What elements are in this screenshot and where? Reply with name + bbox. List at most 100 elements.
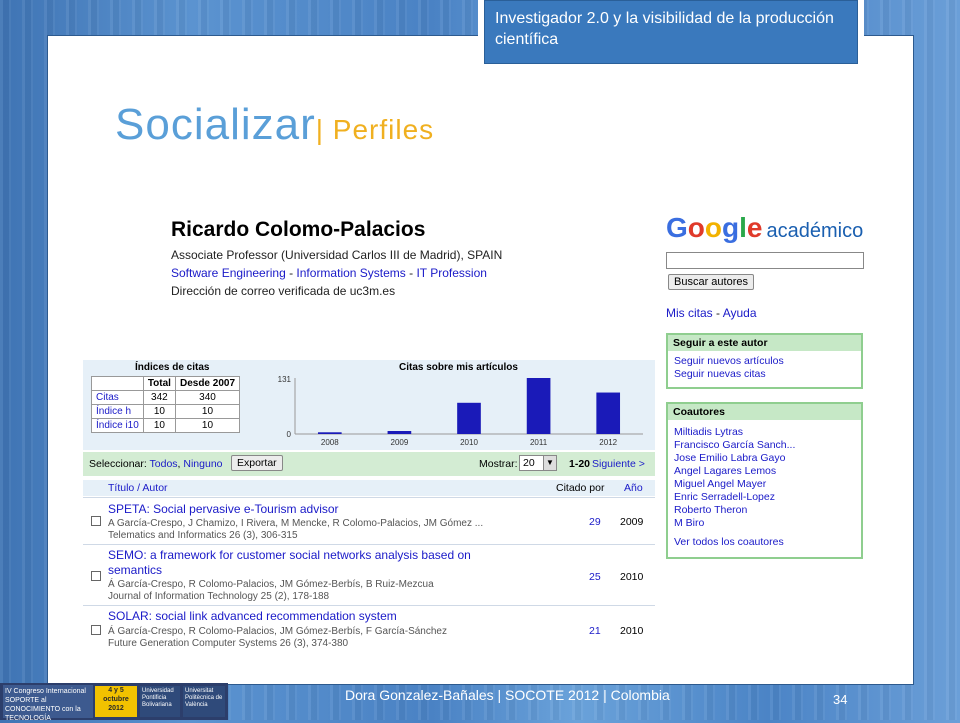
coauthor-link[interactable]: M Biro <box>668 517 861 530</box>
coauthors-list: Miltiadis Lytras Francisco García Sanch..… <box>668 420 861 530</box>
sort-year-link[interactable]: Año <box>624 482 643 494</box>
x-tick-label: 2012 <box>599 438 617 447</box>
bar-2011 <box>526 378 551 434</box>
article-authors: Á García-Crespo, R Colomo-Palacios, JM G… <box>108 579 434 590</box>
coauthor-link[interactable]: Miltiadis Lytras <box>668 426 861 439</box>
select-all-link[interactable]: Todos <box>150 458 178 470</box>
profile-name: Ricardo Colomo-Palacios <box>171 218 426 241</box>
slide-footer: Dora Gonzalez-Bañales | SOCOTE 2012 | Co… <box>345 687 670 703</box>
article-source: Journal of Information Technology 25 (2)… <box>108 591 330 602</box>
sponsor-logos: IV Congreso Internacional SOPORTE al CON… <box>0 683 228 722</box>
google-scholar-logo: Google académico <box>666 212 863 244</box>
article-cited-by-link[interactable]: 29 <box>589 516 601 528</box>
author-search-input[interactable] <box>666 252 864 269</box>
coauthor-link[interactable]: Angel Lagares Lemos <box>668 465 861 478</box>
my-citations-link[interactable]: Mis citas <box>666 306 713 320</box>
search-authors-button[interactable]: Buscar autores <box>668 274 754 290</box>
index-total: 342 <box>142 390 176 405</box>
coauthor-link[interactable]: Miguel Angel Mayer <box>668 478 861 491</box>
article-title-link[interactable]: SPETA: Social pervasive e-Tourism adviso… <box>108 502 339 516</box>
results-range: 1-20 <box>569 458 591 470</box>
follow-box-title: Seguir a este autor <box>668 335 861 351</box>
bar-2008 <box>317 432 342 434</box>
coauthor-link[interactable]: Enric Serradell-Lopez <box>668 491 861 504</box>
bar-2009 <box>387 431 412 434</box>
heading-sub: | Perfiles <box>315 114 435 145</box>
see-all-coauthors-link[interactable]: Ver todos los coautores <box>668 536 861 549</box>
index-total: 10 <box>142 418 176 433</box>
table-header: Total <box>142 376 176 391</box>
y-tick-label: 0 <box>287 430 292 439</box>
help-link[interactable]: Ayuda <box>723 306 757 320</box>
heading-main: Socializar <box>115 100 316 149</box>
scholar-nav: Mis citas - Ayuda <box>666 306 757 320</box>
google-logo-letter: e <box>746 212 763 243</box>
article-cited-by-link[interactable]: 21 <box>589 625 601 637</box>
citations-bar-chart: 131 0 2008 2009 2010 2011 2012 <box>278 375 643 447</box>
article-title-link[interactable]: SOLAR: social link advanced recommendati… <box>108 609 397 623</box>
select-label-group: Seleccionar: Todos, Ninguno <box>89 458 223 470</box>
results-per-page-select[interactable]: 20 ▼ <box>519 455 557 471</box>
dates-logo: 4 y 5 octubre 2012 <box>95 686 137 717</box>
citation-indices-table: Total Desde 2007 Citas 342 340 Índice h … <box>91 376 241 433</box>
article-checkbox[interactable] <box>91 625 101 635</box>
list-toolbar: Seleccionar: Todos, Ninguno Exportar Mos… <box>83 452 655 476</box>
interest-link[interactable]: IT Profession <box>416 266 486 280</box>
article-source: Telematics and Informatics 26 (3), 306-3… <box>108 530 298 541</box>
google-logo-letter: g <box>722 212 740 243</box>
article-checkbox[interactable] <box>91 516 101 526</box>
google-logo-letter: o <box>687 212 705 243</box>
article-authors: A García-Crespo, J Chamizo, I Rivera, M … <box>108 518 484 529</box>
interest-link[interactable]: Information Systems <box>296 266 405 280</box>
scholar-screenshot: Ricardo Colomo-Palacios Associate Profes… <box>83 200 864 660</box>
header-box-text: Investigador 2.0 y la visibilidad de la … <box>484 0 858 64</box>
interest-link[interactable]: Software Engineering <box>171 266 286 280</box>
index-label-link[interactable]: Índice h <box>91 404 144 419</box>
x-tick-label: 2011 <box>530 438 548 447</box>
article-source: Future Generation Computer Systems 26 (3… <box>108 638 349 649</box>
sort-title-author-link[interactable]: Título / Autor <box>108 482 168 494</box>
chevron-down-icon: ▼ <box>543 456 556 470</box>
article-year: 2010 <box>620 625 644 637</box>
coauthor-link[interactable]: Roberto Theron <box>668 504 861 517</box>
bar-2012 <box>596 392 621 434</box>
article-cited-by-link[interactable]: 25 <box>589 571 601 583</box>
table-row: SEMO: a framework for customer social ne… <box>83 544 655 605</box>
index-since-2007: 340 <box>174 390 241 405</box>
google-logo-suffix: académico <box>766 220 864 242</box>
article-title-link-cont[interactable]: semantics <box>108 563 162 577</box>
export-button[interactable]: Exportar <box>231 455 283 471</box>
follow-new-citations-link[interactable]: Seguir nuevas citas <box>668 368 861 381</box>
slide-heading: Socializar| Perfiles <box>115 100 434 150</box>
coauthor-link[interactable]: Francisco García Sanch... <box>668 439 861 452</box>
next-page-link[interactable]: Siguiente > <box>592 458 645 470</box>
table-header <box>91 376 144 391</box>
article-title-link[interactable]: SEMO: a framework for customer social ne… <box>108 548 471 562</box>
article-authors: Á García-Crespo, R Colomo-Palacios, JM G… <box>108 626 447 637</box>
coauthors-box: Coautores Miltiadis Lytras Francisco Garc… <box>666 402 863 559</box>
google-logo-letter: o <box>704 212 722 243</box>
x-tick-label: 2010 <box>460 438 478 447</box>
university-logo: Universitat Politècnica de València <box>183 686 225 717</box>
index-label-link[interactable]: Índice i10 <box>91 418 144 433</box>
article-year: 2009 <box>620 516 644 528</box>
university-logo: Universidad Pontificia Bolivariana <box>140 686 180 717</box>
article-checkbox[interactable] <box>91 571 101 581</box>
table-header: Desde 2007 <box>174 376 241 391</box>
google-logo-letter: G <box>666 212 688 243</box>
table-row: SPETA: Social pervasive e-Tourism adviso… <box>83 497 655 544</box>
coauthor-link[interactable]: Jose Emilio Labra Gayo <box>668 452 861 465</box>
x-tick-label: 2008 <box>321 438 339 447</box>
cited-by-header: Citado por <box>556 482 605 494</box>
follow-new-articles-link[interactable]: Seguir nuevos artículos <box>668 355 861 368</box>
coauthors-box-title: Coautores <box>668 404 861 420</box>
article-year: 2010 <box>620 571 644 583</box>
google-logo-letter: l <box>739 212 747 243</box>
profile-email-verified: Dirección de correo verificada de uc3m.e… <box>171 284 396 298</box>
index-label-link[interactable]: Citas <box>91 390 144 405</box>
follow-box: Seguir a este autor Seguir nuevos artícu… <box>666 333 863 389</box>
select-label: Seleccionar: <box>89 458 147 470</box>
select-none-link[interactable]: Ninguno <box>183 458 222 470</box>
nav-separator: - <box>716 306 721 320</box>
show-label: Mostrar: <box>479 458 518 470</box>
